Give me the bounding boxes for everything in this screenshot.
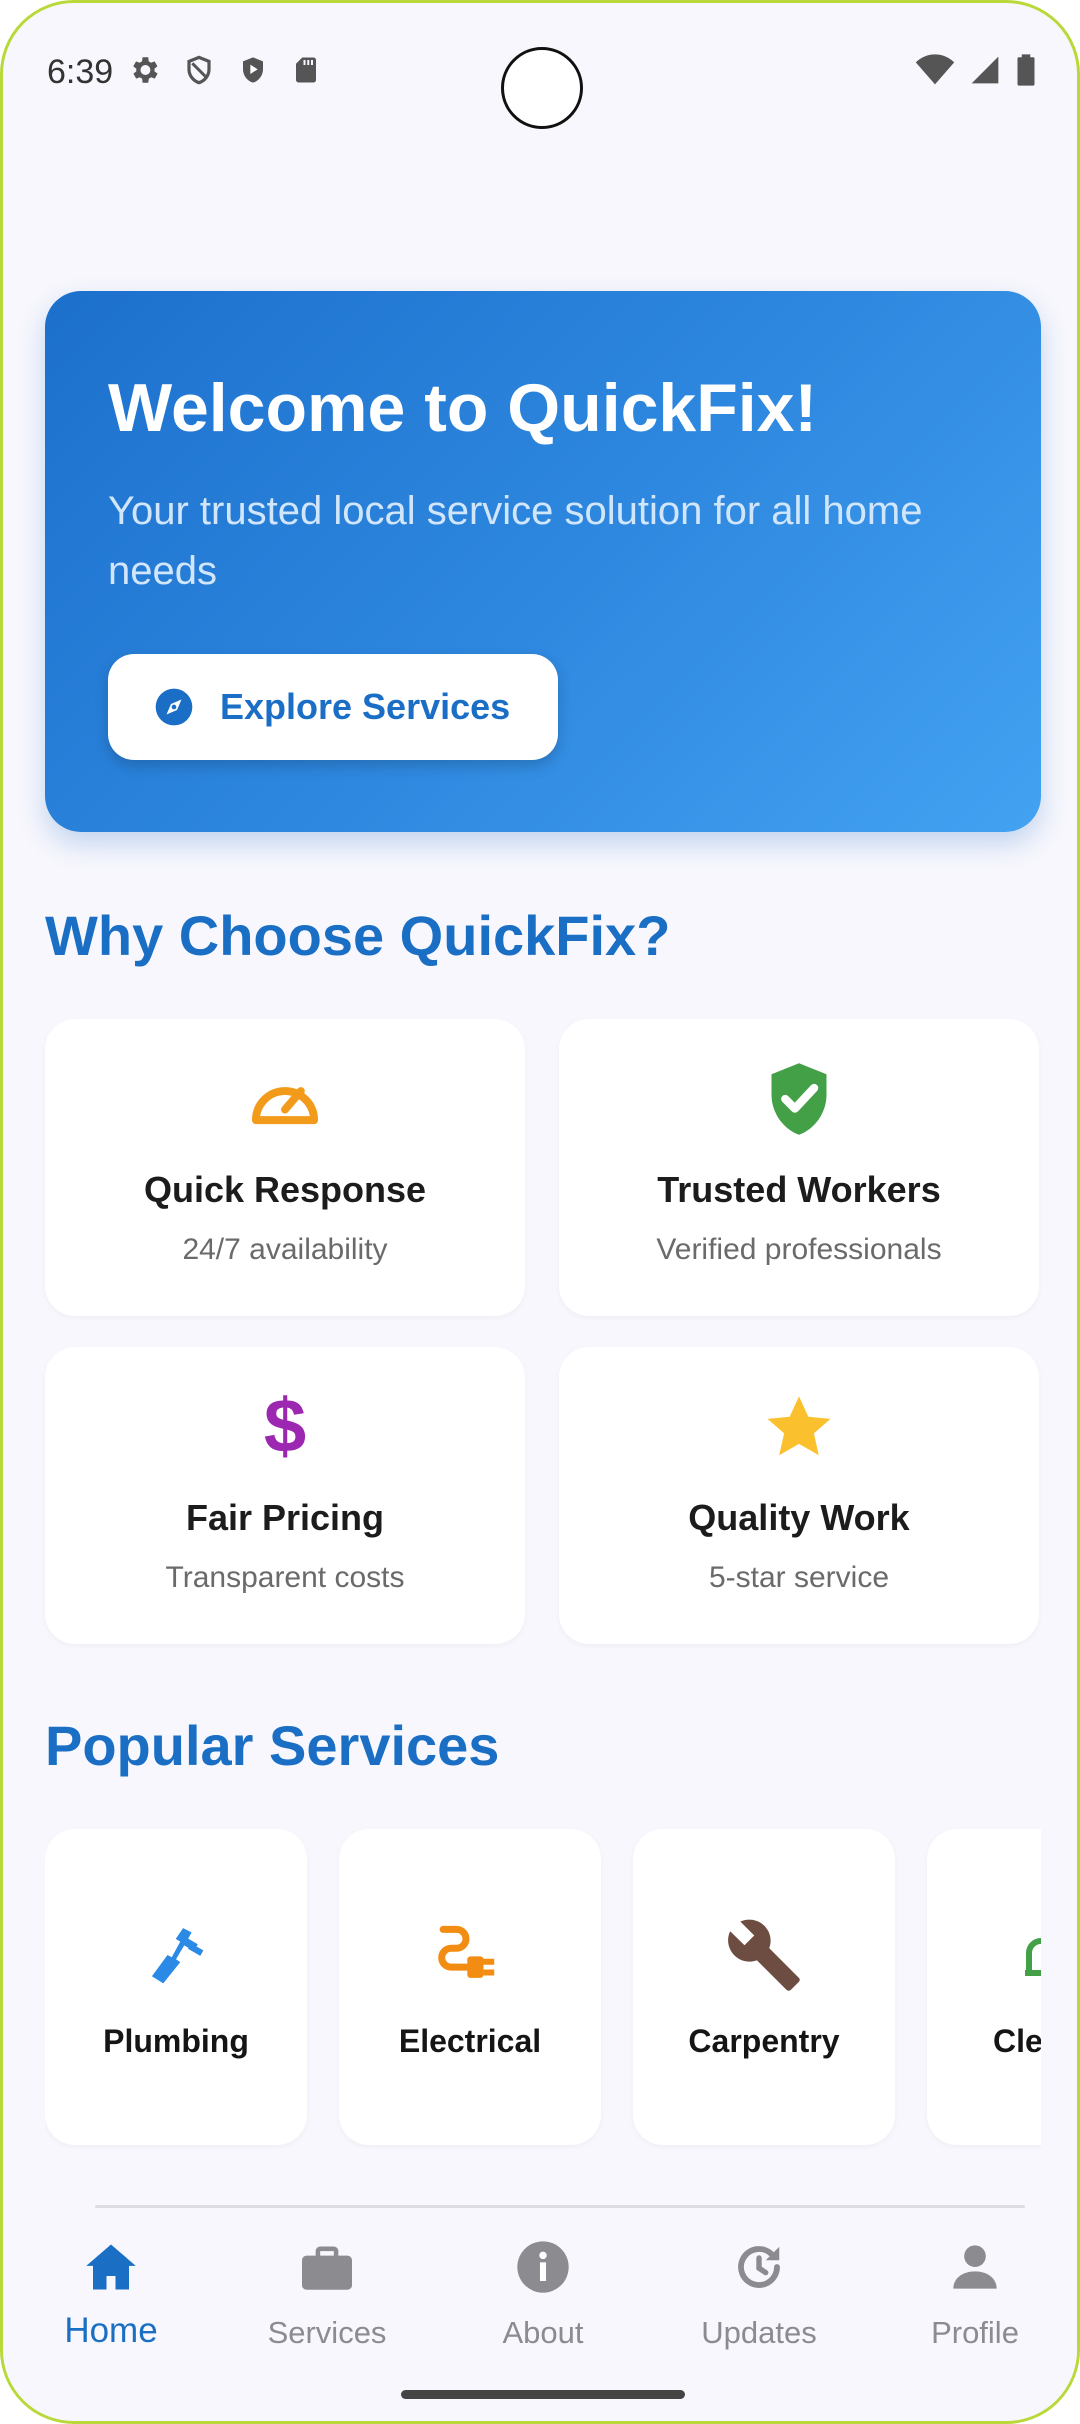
status-time: 6:39 xyxy=(47,53,114,91)
feature-subtitle: 24/7 availability xyxy=(182,1233,388,1266)
person-icon xyxy=(867,2237,1077,2297)
hero-title: Welcome to QuickFix! xyxy=(108,370,818,446)
service-label: Plumbing xyxy=(103,2023,249,2059)
nav-item-home[interactable]: Home xyxy=(3,2209,219,2369)
feature-card-fair-pricing[interactable]: $ Fair Pricing Transparent costs xyxy=(45,1347,525,1644)
services-carousel[interactable]: Plumbing Electrical Carpentry Cle xyxy=(45,1829,1041,2149)
speedometer-icon xyxy=(45,1059,525,1139)
shield-play-icon xyxy=(237,53,269,92)
nav-label: About xyxy=(502,2315,584,2350)
battery-icon xyxy=(1015,53,1037,92)
feature-subtitle: Transparent costs xyxy=(165,1561,405,1594)
nav-label: Profile xyxy=(931,2315,1019,2350)
sd-card-icon xyxy=(291,54,321,91)
nav-label: Updates xyxy=(701,2315,817,2350)
feature-title: Quality Work xyxy=(688,1497,910,1538)
nav-divider xyxy=(95,2205,1025,2208)
popular-services-title: Popular Services xyxy=(45,1714,500,1777)
shield-outline-icon xyxy=(183,53,215,92)
gear-icon xyxy=(127,53,161,92)
nav-item-about[interactable]: About xyxy=(435,2209,651,2369)
nav-label: Services xyxy=(267,2315,387,2350)
service-label: Electrical xyxy=(398,2023,542,2059)
feature-card-trusted-workers[interactable]: Trusted Workers Verified professionals xyxy=(559,1019,1039,1316)
nav-item-services[interactable]: Services xyxy=(219,2209,435,2369)
dollar-icon: $ xyxy=(263,1384,307,1469)
phone-screen: 6:39 Welcome to QuickFix! Your trusted l… xyxy=(0,0,1080,2424)
feature-card-quality-work[interactable]: Quality Work 5-star service xyxy=(559,1347,1039,1644)
nav-item-updates[interactable]: Updates xyxy=(651,2209,867,2369)
service-card-plumbing[interactable]: Plumbing xyxy=(45,1829,307,2145)
feature-subtitle: 5-star service xyxy=(708,1561,890,1594)
nav-item-profile[interactable]: Profile xyxy=(867,2209,1077,2369)
info-icon xyxy=(435,2237,651,2297)
wifi-icon xyxy=(915,54,955,91)
status-icons-right xyxy=(915,53,1037,92)
feature-title: Quick Response xyxy=(143,1169,427,1210)
home-indicator xyxy=(401,2390,685,2399)
home-icon xyxy=(3,2237,219,2297)
welcome-banner: Welcome to QuickFix! Your trusted local … xyxy=(45,291,1041,832)
signal-icon xyxy=(969,54,1001,91)
why-choose-title: Why Choose QuickFix? xyxy=(45,904,671,967)
hero-subtitle: Your trusted local service solution for … xyxy=(108,489,923,593)
feature-title: Trusted Workers xyxy=(657,1169,941,1210)
verified-shield-icon xyxy=(559,1059,1039,1139)
update-icon xyxy=(651,2237,867,2297)
service-card-electrical[interactable]: Electrical xyxy=(339,1829,601,2145)
explore-services-label: Explore Services xyxy=(220,686,511,727)
service-card-cleaning[interactable]: Cle xyxy=(927,1829,1041,2145)
star-icon xyxy=(559,1387,1039,1467)
feature-title: Fair Pricing xyxy=(185,1497,385,1538)
status-bar: 6:39 xyxy=(3,3,1077,153)
plumbing-icon xyxy=(45,1915,307,1995)
service-label: Carpentry xyxy=(688,2023,840,2059)
front-camera xyxy=(501,47,583,129)
explore-services-button[interactable]: Explore Services xyxy=(108,654,558,760)
briefcase-icon xyxy=(219,2237,435,2297)
status-icons-left xyxy=(127,53,321,92)
service-label: Cle xyxy=(993,2023,1041,2059)
nav-label: Home xyxy=(64,2311,158,2350)
feature-card-quick-response[interactable]: Quick Response 24/7 availability xyxy=(45,1019,525,1316)
compass-icon xyxy=(154,687,194,727)
cleaning-icon xyxy=(927,1915,1041,1995)
wrench-icon xyxy=(633,1915,895,1995)
service-card-carpentry[interactable]: Carpentry xyxy=(633,1829,895,2145)
electrical-plug-icon xyxy=(339,1915,601,1995)
feature-subtitle: Verified professionals xyxy=(656,1233,942,1266)
